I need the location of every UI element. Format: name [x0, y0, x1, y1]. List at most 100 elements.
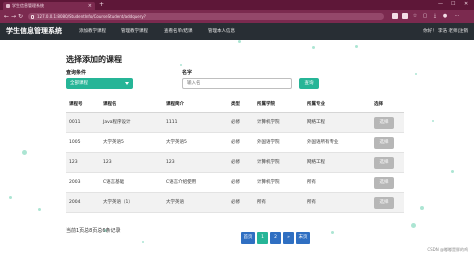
cell-course-name: Java程序设计	[103, 120, 131, 125]
lock-icon	[31, 14, 34, 19]
browser-tab-title: 学生信息管理系统	[12, 3, 44, 8]
new-tab-icon[interactable]: +	[99, 1, 104, 8]
cell-course-type: 必修	[231, 160, 240, 165]
table-row: 2003 C语言基础 C语言介绍使用 必修 计算机学院 所有 选择	[66, 173, 404, 193]
page-favicon-icon	[6, 4, 10, 8]
column-header-intro: 课程简介	[166, 102, 184, 107]
pagination-last[interactable]: 末页	[296, 232, 310, 244]
table-row: 123 123 123 必修 计算机学院 网络工程 选择	[66, 153, 404, 173]
browser-tab-bar: 学生信息管理系统 × + — ☐ ✕	[0, 0, 474, 10]
cell-course-name: 大学英语5	[103, 140, 124, 145]
cell-course-intro: 123	[166, 160, 175, 165]
cell-course-id: 2004	[69, 200, 81, 205]
filter-label: 查询条件	[66, 70, 87, 76]
chevron-down-icon	[125, 82, 129, 85]
cell-course-id: 2003	[69, 180, 81, 185]
watermark: CSDN @嘟嘟是胖的鸡	[427, 247, 468, 252]
name-search-input[interactable]	[182, 78, 292, 89]
pagination-next[interactable]: »	[283, 232, 294, 244]
cell-course-id: 123	[69, 160, 78, 165]
tab-close-icon[interactable]: ×	[88, 2, 92, 10]
browser-toolbar: ← → ↻ 127.0.0.1:8080/StudentInfo/CourseS…	[0, 10, 474, 23]
pagination-summary: 当前1页总8页总6条记录	[66, 228, 121, 234]
extension-icon[interactable]	[402, 13, 408, 19]
decorative-dot	[420, 206, 424, 210]
cell-course-intro: 大学英语	[166, 200, 184, 205]
app-title: 学生信息管理系统	[6, 27, 62, 35]
table-row: 1005 大学英语5 大学英语5 必修 外国语学院 外国语所有专业 选择	[66, 133, 404, 153]
pagination-first[interactable]: 首页	[241, 232, 255, 244]
decorative-dot	[355, 45, 358, 48]
profile-icon[interactable]: ●	[442, 13, 448, 19]
cell-course-type: 必修	[231, 200, 240, 205]
cell-course-intro: C语言介绍使用	[166, 180, 197, 185]
extension-icon[interactable]	[392, 13, 398, 19]
decorative-dot	[451, 170, 454, 173]
table-row: 0011 Java程序设计 1111 必修 计算机学院 网络工程 选择	[66, 113, 404, 133]
decorative-dot	[238, 40, 241, 43]
decorative-dot	[142, 241, 144, 243]
cell-course-intro: 大学英语5	[166, 140, 187, 145]
decorative-dot	[22, 150, 27, 155]
cell-college: 计算机学院	[257, 160, 280, 165]
back-icon[interactable]: ←	[4, 13, 9, 20]
cell-course-id: 0011	[69, 120, 81, 125]
cell-college: 计算机学院	[257, 180, 280, 185]
cell-major: 所有	[307, 180, 316, 185]
cell-course-id: 1005	[69, 140, 81, 145]
cell-major: 网络工程	[307, 160, 325, 165]
cell-course-type: 必修	[231, 140, 240, 145]
menu-icon[interactable]: ⋯	[454, 13, 460, 19]
select-course-button[interactable]: 选择	[374, 117, 394, 129]
forward-icon[interactable]: →	[11, 13, 16, 20]
cell-course-type: 必修	[231, 120, 240, 125]
select-course-button[interactable]: 选择	[374, 197, 394, 209]
app-header: 学生信息管理系统 添加教学课程 管理教学课程 查看名单/结课 管理本人信息 你好…	[0, 23, 474, 40]
cell-course-type: 必修	[231, 180, 240, 185]
course-filter-select[interactable]: 全部课程	[66, 78, 133, 89]
column-header-id: 课程号	[69, 102, 83, 107]
cell-course-intro: 1111	[166, 120, 178, 125]
cell-college: 计算机学院	[257, 120, 280, 125]
pagination-page-2[interactable]: 2	[270, 232, 281, 244]
favorites-icon[interactable]: ☆	[412, 13, 418, 19]
select-course-button[interactable]: 选择	[374, 157, 394, 169]
course-filter-value: 全部课程	[70, 81, 88, 86]
cell-major: 所有	[307, 200, 316, 205]
pagination-page-1[interactable]: 1	[257, 232, 268, 244]
collections-icon[interactable]: ▢	[422, 13, 428, 19]
decorative-dot	[331, 231, 334, 234]
name-label: 名字	[182, 70, 193, 76]
maximize-icon[interactable]: ☐	[451, 1, 455, 7]
column-header-type: 类型	[231, 102, 240, 107]
address-bar[interactable]: 127.0.0.1:8080/StudentInfo/CourseStudent…	[28, 13, 384, 20]
user-greeting-logout[interactable]: 你好！ 李浩 老师|注销	[423, 27, 468, 36]
reload-icon[interactable]: ↻	[18, 13, 23, 20]
search-button[interactable]: 查询	[299, 78, 319, 89]
minimize-icon[interactable]: —	[438, 1, 443, 7]
column-header-select: 选择	[374, 102, 383, 107]
browser-tab[interactable]: 学生信息管理系统 ×	[3, 2, 95, 10]
decorative-dot	[432, 120, 434, 122]
table-header-row: 课程号 课程名 课程简介 类型 所属学院 所属专业 选择	[66, 97, 404, 113]
url-text: 127.0.0.1:8080/StudentInfo/CourseStudent…	[37, 14, 146, 19]
nav-add-course[interactable]: 添加教学课程	[79, 27, 106, 36]
select-course-button[interactable]: 选择	[374, 137, 394, 149]
cell-college: 所有	[257, 200, 266, 205]
nav-manage-profile[interactable]: 管理本人信息	[208, 27, 235, 36]
cell-major: 网络工程	[307, 120, 325, 125]
decorative-dot	[180, 64, 182, 66]
nav-view-roster[interactable]: 查看名单/结课	[164, 27, 193, 36]
downloads-icon[interactable]: ⤓	[432, 13, 438, 19]
decorative-dot	[312, 46, 315, 49]
cell-college: 外国语学院	[257, 140, 280, 145]
page-title: 选择添加的课程	[66, 55, 122, 64]
decorative-dot	[411, 223, 416, 228]
column-header-major: 所属专业	[307, 102, 325, 107]
cell-course-name: 大学英语（1）	[103, 200, 133, 205]
window-close-icon[interactable]: ✕	[464, 1, 468, 7]
decorative-dot	[415, 73, 417, 75]
select-course-button[interactable]: 选择	[374, 177, 394, 189]
decorative-dot	[9, 196, 12, 199]
nav-manage-course[interactable]: 管理教学课程	[121, 27, 148, 36]
